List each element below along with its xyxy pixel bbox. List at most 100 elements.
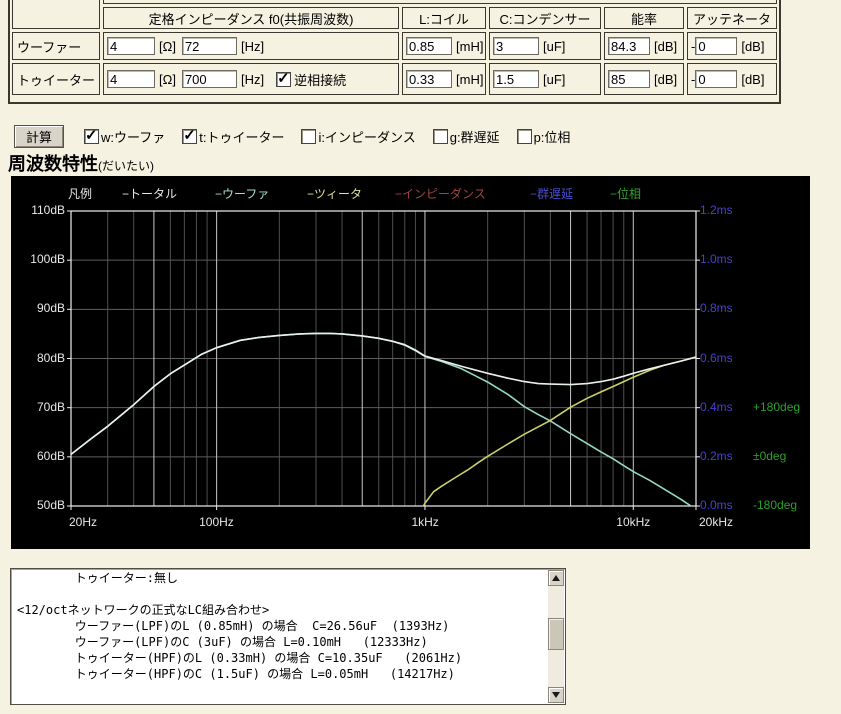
deg-axis-label-4: +180deg xyxy=(753,399,801,414)
x-axis-label-4: 20kHz xyxy=(699,515,734,529)
woofer-impedance-unit: [Ω] xyxy=(159,38,176,54)
y-axis-label-0: 110dB xyxy=(31,203,65,217)
tweeter-efficiency-unit: [dB] xyxy=(654,71,678,87)
checkbox-label-tweeter: t:トゥイーター xyxy=(199,129,285,145)
woofer-efficiency-input[interactable] xyxy=(608,37,650,55)
woofer-coil-cell: [mH] xyxy=(402,32,486,60)
tweeter-impedance-unit: [Ω] xyxy=(159,71,176,87)
ms-axis-label-5: 0.2ms xyxy=(700,448,733,463)
checkbox-item-impedance[interactable]: i:インピーダンス xyxy=(301,127,416,146)
woofer-efficiency-unit: [dB] xyxy=(654,38,678,54)
checkbox-group-delay[interactable] xyxy=(432,128,448,144)
woofer-attenuator-input[interactable] xyxy=(695,37,738,55)
series-0 xyxy=(71,332,693,506)
checkbox-label-group-delay: g:群遅延 xyxy=(449,129,500,145)
efficiency-header: 能率 xyxy=(604,7,684,29)
page-subtitle: (だいたい) xyxy=(98,159,154,173)
ms-axis-label-4: 0.4ms xyxy=(700,399,733,414)
woofer-cap-input[interactable] xyxy=(493,37,539,55)
tweeter-cap-unit: [uF] xyxy=(543,71,566,87)
ms-axis-label-2: 0.8ms xyxy=(700,301,733,316)
page-title: 周波数特性 xyxy=(8,154,98,174)
y-axis-label-1: 100dB xyxy=(30,252,65,267)
tweeter-efficiency-cell: [dB] xyxy=(604,63,684,95)
series-2 xyxy=(71,332,696,456)
tweeter-coil-cell: [mH] xyxy=(402,63,486,95)
arrow-up-icon xyxy=(552,575,560,581)
tweeter-spec-cell: [Ω] [Hz] 逆相接続 xyxy=(103,63,399,95)
arrow-down-icon xyxy=(552,692,560,698)
y-axis-label-3: 80dB xyxy=(36,350,65,365)
tweeter-cap-input[interactable] xyxy=(493,70,539,88)
woofer-cap-cell: [uF] xyxy=(489,32,601,60)
tweeter-attenuator-cell: - [dB] xyxy=(687,63,777,95)
tweeter-f0-input[interactable] xyxy=(181,70,237,88)
capacitor-header: C:コンデンサー xyxy=(489,7,601,29)
ms-axis-label-6: 0.0ms xyxy=(700,498,733,512)
woofer-cap-unit: [uF] xyxy=(543,38,566,54)
woofer-row-label: ウーファー xyxy=(12,32,100,60)
checkbox-item-tweeter[interactable]: t:トゥイーター xyxy=(182,126,285,146)
x-axis-label-3: 10kHz xyxy=(616,515,651,529)
x-axis-label-2: 1kHz xyxy=(411,515,439,529)
checkbox-label-impedance: i:インピーダンス xyxy=(318,129,416,145)
checkbox-label-phase: p:位相 xyxy=(533,129,571,145)
coil-header: L:コイル xyxy=(402,7,486,29)
attenuator-header: アッテネータ xyxy=(687,7,777,29)
y-axis-label-2: 90dB xyxy=(36,301,65,316)
woofer-f0-unit: [Hz] xyxy=(240,38,265,54)
checkbox-phase[interactable] xyxy=(516,128,532,144)
ms-axis-label-3: 0.6ms xyxy=(700,350,733,365)
tweeter-attenuator-input[interactable] xyxy=(695,70,738,88)
woofer-impedance-input[interactable] xyxy=(107,37,155,55)
woofer-spec-cell: [Ω] [Hz] xyxy=(103,32,399,60)
result-text: トゥイーター:無し <12/octネットワークの正式なLC組み合わせ> ウーファ… xyxy=(17,571,463,681)
checkbox-item-group-delay[interactable]: g:群遅延 xyxy=(432,127,500,146)
woofer-att-unit: [dB] xyxy=(741,38,765,54)
deg-axis-label-6: -180deg xyxy=(753,498,798,512)
checkbox-item-phase[interactable]: p:位相 xyxy=(516,127,571,146)
woofer-f0-input[interactable] xyxy=(181,37,237,55)
scrollbar-thumb[interactable] xyxy=(548,618,564,650)
reverse-phase-label: 逆相接続 xyxy=(294,72,347,88)
tweeter-row-label: トゥイーター xyxy=(12,63,100,95)
ms-axis-label-1: 1.0ms xyxy=(700,252,733,267)
x-axis-label-1: 100Hz xyxy=(199,515,234,529)
scroll-up-button[interactable] xyxy=(548,570,564,586)
calculate-button[interactable]: 計算 xyxy=(14,124,64,148)
checkbox-impedance[interactable] xyxy=(301,128,317,144)
woofer-attenuator-cell: - [dB] xyxy=(687,32,777,60)
tweeter-att-unit: [dB] xyxy=(741,71,765,87)
controls-row: 計算 w:ウーファ t:トゥイーター i:インピーダンス g:群遅延 p:位相 xyxy=(14,124,841,148)
y-axis-label-4: 70dB xyxy=(36,399,65,414)
woofer-efficiency-cell: [dB] xyxy=(604,32,684,60)
checkbox-item-woofer[interactable]: w:ウーファ xyxy=(84,126,166,146)
woofer-coil-unit: [mH] xyxy=(456,38,484,54)
frequency-response-chart: 凡例 −トータル −ウーファ −ツィータ −インピーダンス −群遅延 −位相 110dB 1.2… xyxy=(11,176,810,549)
tweeter-f0-unit: [Hz] xyxy=(240,71,265,87)
section-heading: 周波数特性(だいたい) xyxy=(8,150,841,174)
scroll-down-button[interactable] xyxy=(548,687,564,703)
table-cutoff-row xyxy=(103,0,777,4)
tweeter-coil-unit: [mH] xyxy=(456,71,484,87)
spec-header: 定格インピーダンス f0(共振周波数) xyxy=(103,7,399,29)
tweeter-coil-input[interactable] xyxy=(406,70,452,88)
checkbox-tweeter[interactable] xyxy=(182,126,198,144)
speaker-parameter-table: 定格インピーダンス f0(共振周波数) L:コイル C:コンデンサー 能率 アッ… xyxy=(8,0,781,104)
ms-axis-label-0: 1.2ms xyxy=(700,203,733,217)
tweeter-impedance-input[interactable] xyxy=(107,70,155,88)
y-axis-label-5: 60dB xyxy=(36,448,65,463)
checkbox-woofer[interactable] xyxy=(84,126,99,144)
tweeter-cap-cell: [uF] xyxy=(489,63,601,95)
tweeter-efficiency-input[interactable] xyxy=(608,70,650,88)
series-1 xyxy=(422,356,696,506)
deg-axis-label-5: ±0deg xyxy=(753,448,787,463)
checkbox-label-woofer: w:ウーファ xyxy=(101,129,166,145)
y-axis-label-6: 50dB xyxy=(36,498,65,512)
x-axis-label-0: 20Hz xyxy=(69,515,98,529)
output-scrollbar[interactable] xyxy=(548,570,564,703)
result-output-box[interactable]: トゥイーター:無し <12/octネットワークの正式なLC組み合わせ> ウーファ… xyxy=(10,568,566,705)
reverse-phase-checkbox[interactable] xyxy=(276,69,292,87)
table-corner-cell xyxy=(12,0,100,29)
woofer-coil-input[interactable] xyxy=(406,37,452,55)
